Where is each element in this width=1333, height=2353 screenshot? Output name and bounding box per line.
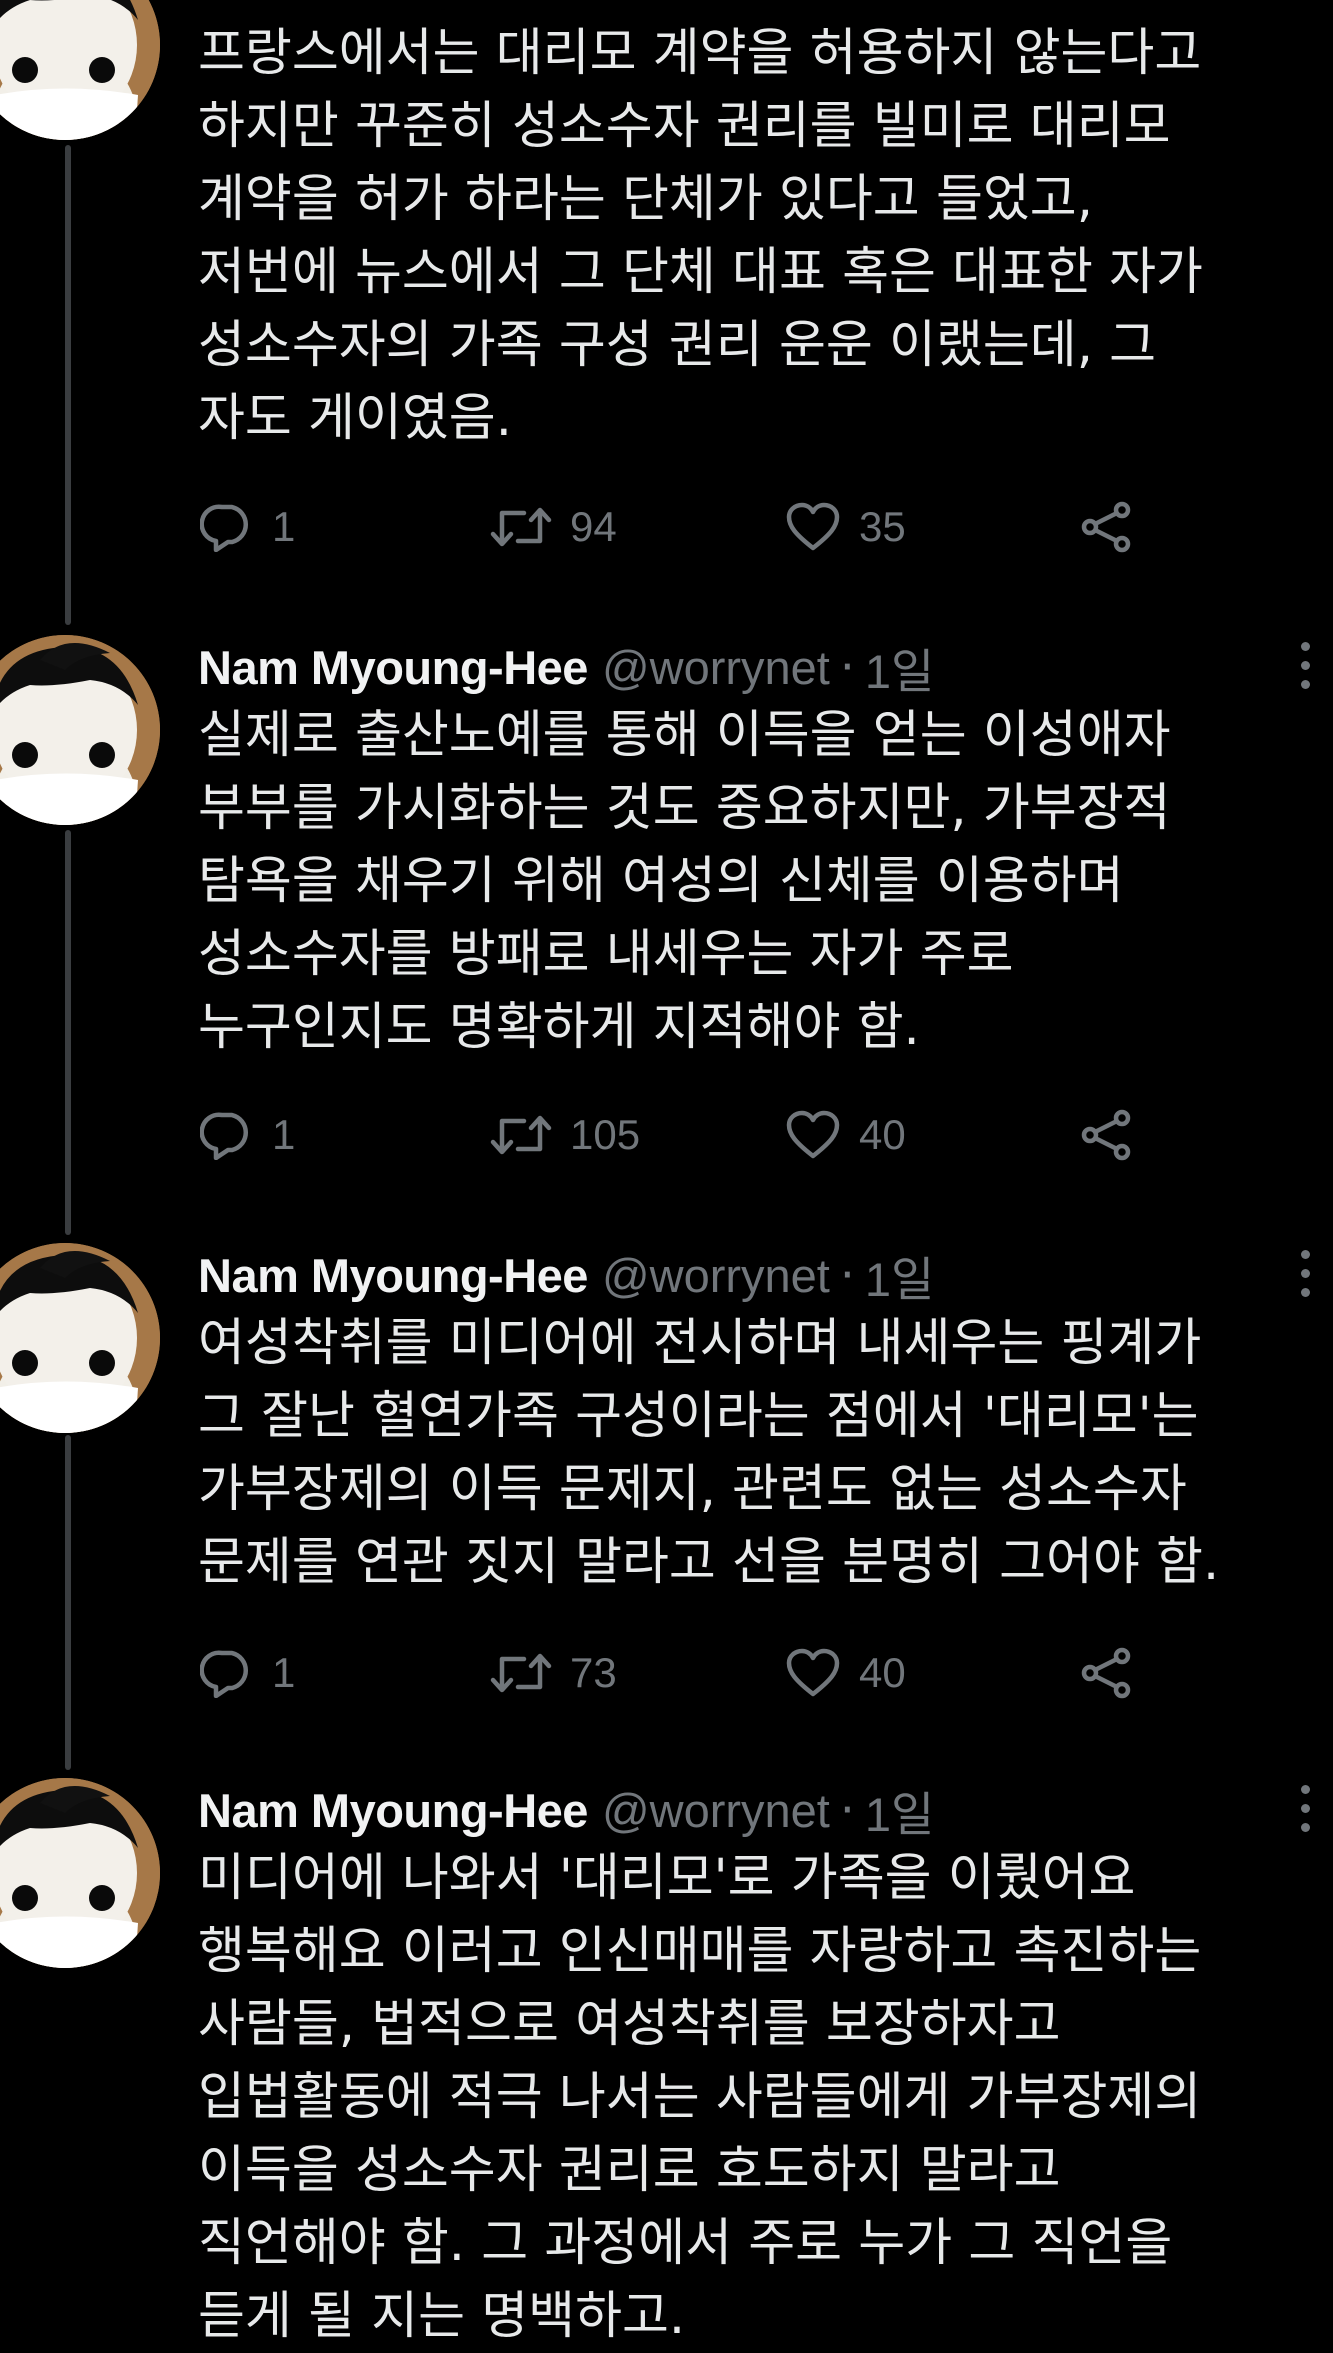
tweet-text-line: 문제를 연관 짓지 말라고 선을 분명히 그어야 함. [198,1533,1220,1592]
tweet-text-line: 직언해야 함. 그 과정에서 주로 누가 그 직언을 [198,2214,1173,2273]
heart-icon [786,502,840,551]
retweet-button[interactable]: 105 [490,1105,640,1165]
tweet-text-line: 부부를 가시화하는 것도 중요하지만, 가부장적 [198,779,1171,838]
retweet-icon [490,507,552,547]
avatar[interactable] [0,0,160,140]
more-options-icon[interactable] [1293,642,1317,689]
thread-line [65,1435,71,1770]
tweet-text-line: 성소수자를 방패로 내세우는 자가 주로 [198,925,1014,984]
tweet-text-line: 성소수자의 가족 구성 권리 운운 이랬는데, 그 [198,316,1157,375]
display-name[interactable]: Nam Myoung-Hee [198,1783,588,1838]
retweet-count: 94 [570,503,617,550]
reply-button[interactable]: 1 [200,1643,295,1703]
thread-line [65,830,71,1235]
tweet-text-line: 미디어에 나와서 '대리모'로 가족을 이뤘어요 [198,1849,1136,1908]
like-button[interactable]: 35 [785,497,906,557]
timestamp[interactable]: 1일 [865,633,934,702]
tweet-text-line: 자도 게이였음. [198,389,512,448]
tweet-text: 여성착취를 미디어에 전시하며 내세우는 핑계가 그 잘난 혈연가족 구성이라는… [198,1307,1318,1599]
more-options-icon[interactable] [1293,1785,1317,1832]
tweet-actions: 1 73 40 [200,1643,1160,1703]
tweet-text-line: 이득을 성소수자 권리로 호도하지 말라고 [198,2141,1061,2200]
like-count: 40 [859,1111,906,1158]
retweet-button[interactable]: 73 [490,1643,617,1703]
heart-icon [786,1110,840,1159]
timestamp[interactable]: 1일 [865,1776,934,1845]
share-button[interactable] [1078,1643,1134,1703]
reply-count: 1 [272,503,296,550]
retweet-count: 73 [570,1649,617,1696]
reply-icon [200,1650,249,1698]
reply-button[interactable]: 1 [200,497,295,557]
tweet-header: Nam Myoung-Hee @worrynet · 1일 [198,1240,934,1310]
timestamp[interactable]: 1일 [865,1241,934,1310]
tweet-header: Nam Myoung-Hee @worrynet · 1일 [198,632,934,702]
reply-count: 1 [272,1111,296,1158]
tweet-text-line: 입법활동에 적극 나서는 사람들에게 가부장제의 [198,2068,1202,2127]
tweet-text-line: 저번에 뉴스에서 그 단체 대표 혹은 대표한 자가 [198,243,1203,302]
user-handle[interactable]: @worrynet [602,1248,830,1303]
tweet-text-line: 그 잘난 혈연가족 구성이라는 점에서 '대리모'는 [198,1387,1199,1446]
tweet-text-line: 누구인지도 명확하게 지적해야 함. [198,998,920,1057]
tweet-text: 프랑스에서는 대리모 계약을 허용하지 않는다고 하지만 꾸준히 성소수자 권리… [198,17,1318,455]
avatar[interactable] [0,635,160,825]
thread-line [65,145,71,625]
reply-count: 1 [272,1649,296,1696]
like-count: 35 [859,503,906,550]
tweet-text-line: 프랑스에서는 대리모 계약을 허용하지 않는다고 [198,24,1202,83]
tweet-text-line: 사람들, 법적으로 여성착취를 보장하자고 [198,1995,1061,2054]
tweet-text-line: 듣게 될 지는 명백하고. [198,2287,686,2346]
share-icon [1081,501,1131,553]
tweet-actions: 1 94 35 [200,497,1160,557]
like-button[interactable]: 40 [785,1643,906,1703]
display-name[interactable]: Nam Myoung-Hee [198,640,588,695]
tweet-text-line: 가부장제의 이득 문제지, 관련도 없는 성소수자 [198,1460,1187,1519]
tweet-text-line: 실제로 출산노예를 통해 이득을 얻는 이성애자 [198,706,1171,765]
like-button[interactable]: 40 [785,1105,906,1165]
heart-icon [786,1648,840,1697]
display-name[interactable]: Nam Myoung-Hee [198,1248,588,1303]
avatar[interactable] [0,1778,160,1968]
avatar[interactable] [0,1243,160,1433]
tweet-header: Nam Myoung-Hee @worrynet · 1일 [198,1775,934,1845]
more-options-icon[interactable] [1293,1250,1317,1297]
share-icon [1081,1647,1131,1699]
reply-button[interactable]: 1 [200,1105,295,1165]
tweet-text-line: 여성착취를 미디어에 전시하며 내세우는 핑계가 [198,1314,1202,1373]
like-count: 40 [859,1649,906,1696]
reply-icon [200,504,249,552]
user-handle[interactable]: @worrynet [602,640,830,695]
tweet-text-line: 계약을 허가 하라는 단체가 있다고 들었고, [198,170,1093,229]
tweet-text-line: 행복해요 이러고 인신매매를 자랑하고 촉진하는 [198,1922,1202,1981]
user-handle[interactable]: @worrynet [602,1783,830,1838]
tweet-actions: 1 105 40 [200,1105,1160,1165]
retweet-count: 105 [570,1111,641,1158]
retweet-icon [490,1115,552,1155]
tweet-text: 실제로 출산노예를 통해 이득을 얻는 이성애자 부부를 가시화하는 것도 중요… [198,699,1318,1064]
separator-dot: · [839,1247,855,1303]
separator-dot: · [839,1782,855,1838]
share-icon [1081,1109,1131,1161]
tweet-text: 미디어에 나와서 '대리모'로 가족을 이뤘어요 행복해요 이러고 인신매매를 … [198,1842,1318,2353]
share-button[interactable] [1078,1105,1134,1165]
retweet-button[interactable]: 94 [490,497,617,557]
tweet-text-line: 하지만 꾸준히 성소수자 권리를 빌미로 대리모 [198,97,1171,156]
share-button[interactable] [1078,497,1134,557]
tweet-text-line: 탐욕을 채우기 위해 여성의 신체를 이용하며 [198,852,1124,911]
reply-icon [200,1112,249,1160]
retweet-icon [490,1653,552,1693]
separator-dot: · [839,639,855,695]
